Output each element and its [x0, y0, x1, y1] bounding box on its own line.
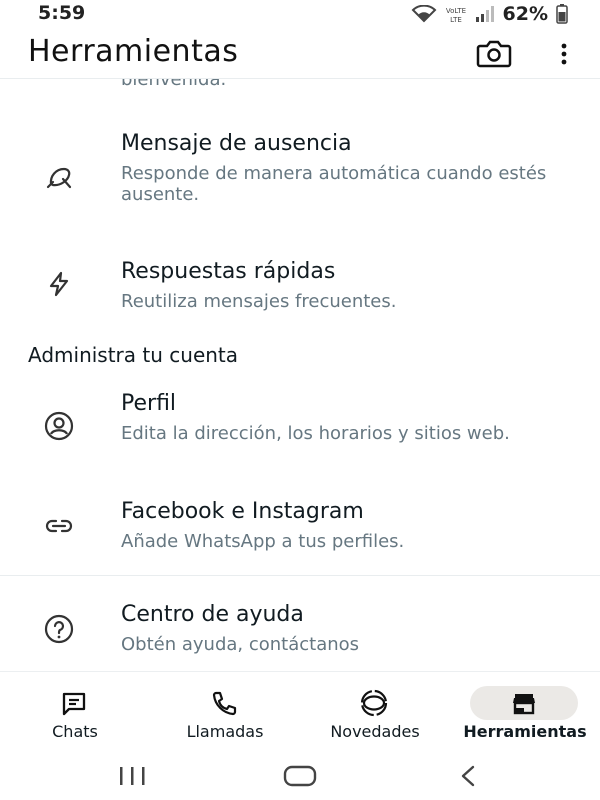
home-icon	[283, 765, 317, 787]
link-icon	[42, 509, 76, 543]
tab-label: Llamadas	[186, 722, 264, 741]
status-bar: 5:59 VoLTE LTE 62%	[0, 0, 600, 28]
camera-icon	[476, 40, 512, 68]
tab-label: Herramientas	[463, 722, 587, 741]
phone-icon	[207, 686, 241, 720]
away-message-icon	[42, 161, 76, 195]
camera-button[interactable]	[474, 38, 514, 70]
item-subtitle: Obtén ayuda, contáctanos	[121, 634, 360, 655]
status-time: 5:59	[38, 2, 86, 24]
svg-text:LTE: LTE	[450, 16, 462, 23]
help-icon	[42, 612, 76, 646]
home-button[interactable]	[280, 763, 320, 789]
item-subtitle: Edita la dirección, los horarios y sitio…	[121, 423, 510, 444]
tab-label: Chats	[52, 722, 98, 741]
more-vert-icon	[561, 43, 567, 65]
signal-icon	[475, 6, 494, 22]
item-subtitle: Reutiliza mensajes frecuentes.	[121, 291, 397, 312]
tab-tools[interactable]: Herramientas	[450, 672, 600, 752]
tab-chats[interactable]: Chats	[0, 672, 150, 752]
svg-text:VoLTE: VoLTE	[445, 7, 465, 15]
chat-icon	[57, 686, 91, 720]
item-title: Perfil	[121, 391, 177, 416]
item-title: Centro de ayuda	[121, 602, 304, 627]
item-subtitle: Añade WhatsApp a tus perfiles.	[121, 531, 405, 552]
list-item-help-center[interactable]: Centro de ayuda Obtén ayuda, contáctanos	[0, 602, 600, 662]
item-subtitle: Responde de manera automática cuando est…	[121, 163, 547, 205]
store-icon	[507, 686, 541, 720]
updates-icon	[357, 686, 391, 720]
page-title: Herramientas	[28, 34, 239, 69]
bottom-navigation: Chats Llamadas Novedades Herramientas	[0, 671, 600, 752]
section-divider	[0, 575, 600, 576]
tools-list[interactable]: bienvenida. Mensaje de ausencia Responde…	[0, 79, 600, 671]
battery-percent: 62%	[502, 3, 548, 25]
volte-icon: VoLTE LTE	[445, 7, 465, 23]
system-navigation-bar	[0, 751, 600, 800]
list-item-away-message[interactable]: Mensaje de ausencia Responde de manera a…	[0, 131, 600, 231]
back-icon	[461, 765, 475, 787]
status-icons: VoLTE LTE 62%	[411, 3, 568, 25]
list-item-facebook-instagram[interactable]: Facebook e Instagram Añade WhatsApp a tu…	[0, 499, 600, 559]
back-button[interactable]	[448, 763, 488, 789]
item-title: Facebook e Instagram	[121, 499, 364, 524]
tab-label: Novedades	[330, 722, 420, 741]
wifi-icon	[411, 5, 436, 23]
recent-apps-button[interactable]	[112, 763, 152, 789]
lightning-icon	[42, 267, 76, 301]
tab-updates[interactable]: Novedades	[300, 672, 450, 752]
more-options-button[interactable]	[552, 38, 576, 70]
app-bar: Herramientas	[0, 28, 600, 78]
list-item-profile[interactable]: Perfil Edita la dirección, los horarios …	[0, 391, 600, 471]
item-title: Mensaje de ausencia	[121, 131, 352, 156]
recent-apps-icon	[120, 767, 145, 785]
profile-icon	[42, 409, 76, 443]
list-item-quick-replies[interactable]: Respuestas rápidas Reutiliza mensajes fr…	[0, 259, 600, 319]
tab-calls[interactable]: Llamadas	[150, 672, 300, 752]
section-header: Administra tu cuenta	[28, 343, 239, 367]
item-title: Respuestas rápidas	[121, 259, 336, 284]
battery-icon	[556, 4, 568, 24]
partial-item-subtitle: bienvenida.	[121, 79, 227, 90]
